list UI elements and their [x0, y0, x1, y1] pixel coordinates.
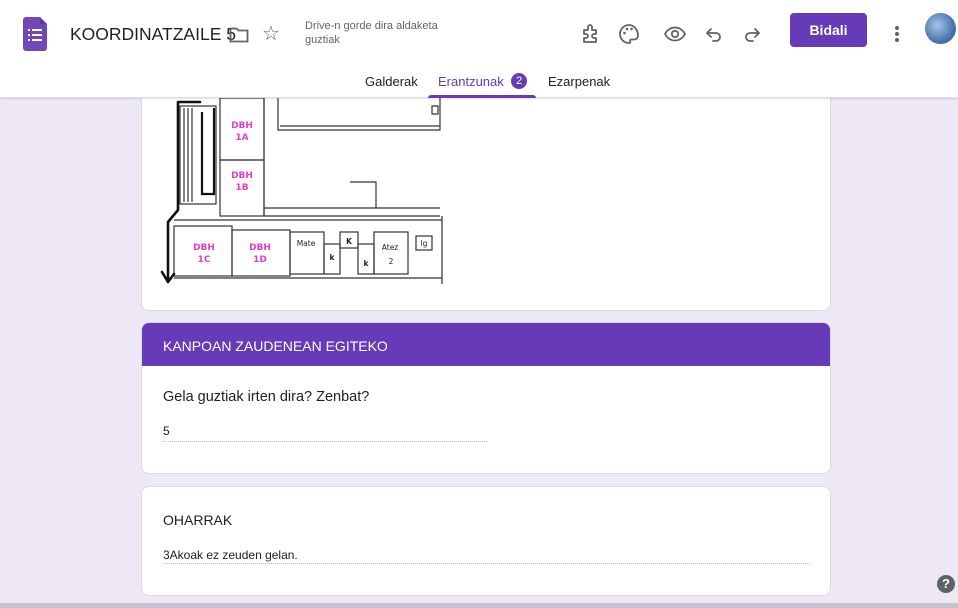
forms-app-icon[interactable] — [23, 17, 47, 51]
room-label: 1C — [198, 255, 211, 265]
notes-card: OHARRAK 3Akoak ez zeuden gelan. — [141, 486, 831, 596]
room-label: k — [364, 259, 370, 268]
room-label: DBH — [249, 243, 271, 253]
room-label: DBH — [231, 171, 253, 181]
answer-underline — [163, 563, 810, 564]
palette-icon[interactable] — [617, 22, 641, 46]
tab-responses[interactable]: Erantzunak — [438, 74, 504, 89]
room-label: lg — [421, 239, 428, 248]
avatar[interactable] — [925, 13, 956, 44]
bottom-scrollbar — [0, 603, 958, 608]
app-header: KOORDINATZAILE 5 ☆ Drive-n gorde dira al… — [0, 0, 958, 98]
answer-underline — [163, 441, 487, 442]
question-title: Gela guztiak irten dira? Zenbat? — [163, 389, 370, 405]
room-label: 1A — [235, 133, 248, 143]
folder-icon[interactable] — [229, 27, 249, 43]
room-label: Mate — [297, 239, 316, 248]
room-label: k — [330, 253, 336, 262]
eye-icon[interactable] — [663, 22, 687, 46]
help-icon[interactable]: ? — [937, 575, 955, 593]
room-label: 2 — [389, 257, 394, 266]
room-label: 1D — [253, 255, 267, 265]
notes-answer: 3Akoak ez zeuden gelan. — [163, 548, 298, 562]
more-vert-icon[interactable] — [889, 22, 905, 46]
form-title[interactable]: KOORDINATZAILE 5 — [70, 24, 236, 45]
save-status: Drive-n gorde dira aldaketa guztiak — [305, 20, 438, 46]
tab-questions[interactable]: Galderak — [365, 74, 418, 89]
question-answer: 5 — [163, 424, 170, 438]
tab-bar: Galderak Erantzunak 2 Ezarpenak — [0, 68, 958, 98]
star-icon[interactable]: ☆ — [261, 24, 281, 44]
tab-settings[interactable]: Ezarpenak — [548, 74, 610, 89]
notes-title: OHARRAK — [163, 512, 233, 528]
room-label: Atez — [382, 243, 399, 252]
responses-count-badge: 2 — [511, 73, 527, 89]
section-card: KANPOAN ZAUDENEAN EGITEKO Gela guztiak i… — [141, 322, 831, 474]
redo-icon[interactable] — [740, 22, 764, 46]
floor-plan-image: DBH 1A DBH 1B DBH 1C DBH 1D Mate K k k A… — [160, 98, 443, 284]
room-label: DBH — [231, 121, 253, 131]
room-label: DBH — [193, 243, 215, 253]
section-title: KANPOAN ZAUDENEAN EGITEKO — [142, 323, 830, 366]
addon-icon[interactable] — [579, 22, 603, 46]
undo-icon[interactable] — [702, 22, 726, 46]
room-label: K — [346, 237, 353, 246]
room-label: 1B — [235, 183, 248, 193]
active-tab-indicator — [428, 95, 536, 98]
send-button[interactable]: Bidali — [790, 13, 867, 47]
